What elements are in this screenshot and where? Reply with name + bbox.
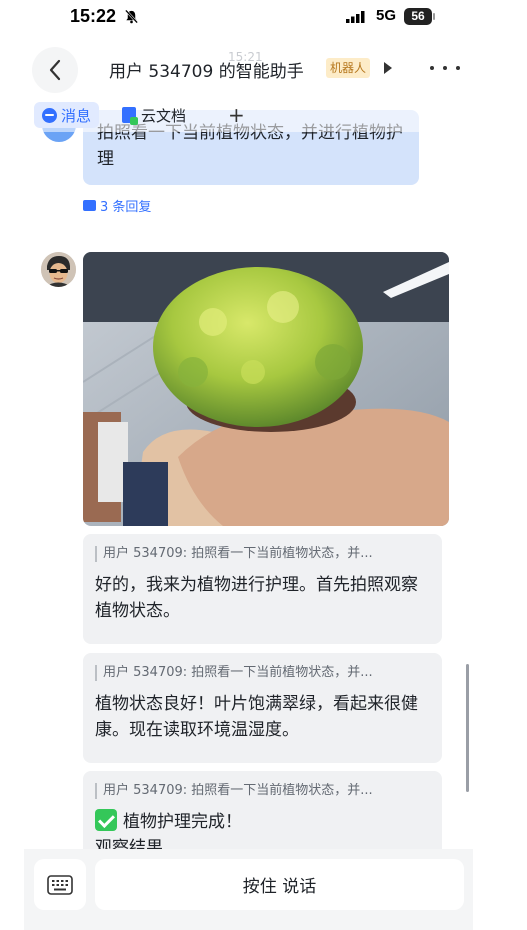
- plant-photo[interactable]: [83, 252, 449, 526]
- caret-right-icon[interactable]: [384, 62, 392, 74]
- thread-reply-link[interactable]: 3 条回复: [83, 194, 152, 215]
- input-area: 按住 说话: [24, 849, 473, 930]
- more-menu-button[interactable]: [430, 64, 460, 72]
- check-icon: [95, 809, 117, 831]
- dot-icon: [443, 66, 447, 70]
- bot-reply-text: 好的，我来为植物进行护理。首先拍照观察植物状态。: [95, 575, 418, 621]
- message-icon: [42, 107, 57, 123]
- chat-title[interactable]: 用户 534709 的智能助手: [109, 57, 304, 82]
- tab-label: 消息: [61, 106, 92, 125]
- battery-tip: [433, 13, 435, 20]
- add-tab-button[interactable]: +: [228, 102, 245, 128]
- status-bar: 15:22 5G 56: [0, 0, 527, 36]
- keyboard-icon: [47, 874, 73, 895]
- back-button[interactable]: [32, 47, 78, 93]
- tab-label: 云文档: [141, 106, 187, 125]
- network-label: 5G: [376, 7, 397, 24]
- bot-reply-card[interactable]: 用户 534709: 拍照看一下当前植物状态，并... 植物状态良好！叶片饱满翠…: [83, 653, 442, 763]
- bot-reply-line: 植物护理完成！: [123, 812, 242, 832]
- bot-reply-card[interactable]: 用户 534709: 拍照看一下当前植物状态，并... 好的，我来为植物进行护理…: [83, 534, 442, 644]
- bot-tag: 机器人: [326, 58, 371, 78]
- reply-icon: [83, 194, 96, 211]
- hold-to-talk-button[interactable]: 按住 说话: [95, 859, 464, 910]
- bot-avatar[interactable]: [41, 252, 76, 287]
- bell-mute-icon: [124, 9, 139, 24]
- plant-image: [83, 252, 449, 526]
- bot-reply-card[interactable]: 用户 534709: 拍照看一下当前植物状态，并... 植物护理完成！ 观察结果: [83, 771, 442, 861]
- quoted-message[interactable]: 用户 534709: 拍照看一下当前植物状态，并...: [95, 546, 430, 562]
- avatar-face-icon: [41, 252, 76, 287]
- signal-icon: [346, 11, 365, 23]
- quoted-message[interactable]: 用户 534709: 拍照看一下当前植物状态，并...: [95, 665, 430, 681]
- status-time: 15:22: [70, 6, 117, 26]
- dot-icon: [456, 66, 460, 70]
- quoted-message[interactable]: 用户 534709: 拍照看一下当前植物状态，并...: [95, 783, 430, 799]
- dot-icon: [430, 66, 434, 70]
- reply-count: 3 条回复: [100, 200, 152, 215]
- plus-icon: +: [228, 103, 245, 127]
- keyboard-toggle-button[interactable]: [34, 859, 86, 910]
- battery-icon: 56: [404, 8, 432, 25]
- tab-cloud-docs[interactable]: 云文档: [122, 102, 186, 128]
- document-icon: [122, 107, 138, 125]
- chevron-left-icon: [49, 59, 61, 81]
- bot-reply-text: 植物状态良好！叶片饱满翠绿，看起来很健康。现在读取环境温湿度。: [95, 694, 418, 740]
- scrollbar[interactable]: [466, 664, 469, 792]
- tab-bar: 消息 云文档 +: [32, 96, 466, 132]
- tab-messages[interactable]: 消息: [34, 102, 100, 128]
